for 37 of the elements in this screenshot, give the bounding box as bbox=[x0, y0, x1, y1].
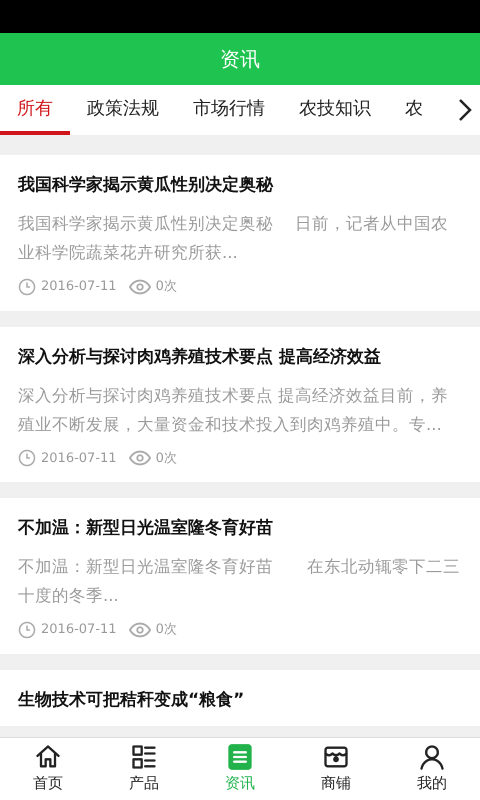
nav-tab[interactable]: 首页 bbox=[0, 738, 96, 800]
article-summary: 不加温：新型日光温室隆冬育好苗 在东北动辄零下二三十度的冬季... bbox=[18, 556, 461, 607]
article-card[interactable]: 深入分析与探讨肉鸡养殖技术要点 提高经济效益 深入分析与探讨肉鸡养殖技术要点 提高经济效益目前，养殖业不断发展，大量资金和技术投入到肉鸡养殖中。专... 2016-07-11 0次 bbox=[0, 326, 480, 482]
eye-icon bbox=[128, 278, 151, 295]
category-tab[interactable]: 政策法规 bbox=[70, 85, 176, 135]
nav-tab[interactable]: 产品 bbox=[96, 738, 192, 800]
category-tab[interactable]: 市场行情 bbox=[176, 85, 282, 135]
document-icon bbox=[226, 743, 254, 772]
article-title: 深入分析与探讨肉鸡养殖技术要点 提高经济效益 bbox=[18, 346, 382, 368]
article-summary: 我国科学家揭示黄瓜性别决定奥秘 日前，记者从中国农业科学院蔬菜花卉研究所获... bbox=[18, 213, 450, 264]
article-card[interactable]: 不加温：新型日光温室隆冬育好苗 不加温：新型日光温室隆冬育好苗 在东北动辄零下二三十度的冬季... 2016-07-11 0次 bbox=[0, 498, 480, 654]
eye-icon bbox=[128, 450, 151, 466]
list-icon bbox=[130, 743, 158, 772]
article-title: 我国科学家揭示黄瓜性别决定奥秘 bbox=[18, 174, 274, 197]
view-count: 0次 bbox=[156, 278, 177, 296]
article-summary: 深入分析与探讨肉鸡养殖技术要点 提高经济效益目前，养殖业不断发展，大量资金和技术投入到肉鸡养殖中。专... bbox=[18, 384, 450, 436]
eye-icon bbox=[128, 622, 151, 638]
article-date: 2016-07-11 bbox=[41, 621, 117, 639]
nav-tab[interactable]: 商铺 bbox=[288, 738, 384, 800]
category-tab[interactable]: 所有 bbox=[0, 85, 70, 135]
article-card[interactable]: 生物技术可把秸秆变成“粮食” bbox=[0, 670, 480, 726]
clock-icon bbox=[18, 278, 36, 296]
clock-icon bbox=[18, 449, 36, 468]
category-tab[interactable]: 农技知识 bbox=[282, 85, 388, 135]
article-date: 2016-07-11 bbox=[41, 450, 117, 468]
nav-tab[interactable]: 我的 bbox=[384, 738, 480, 800]
clock-icon bbox=[18, 620, 36, 639]
article-date: 2016-07-11 bbox=[41, 278, 117, 296]
view-count: 0次 bbox=[156, 450, 177, 468]
view-count: 0次 bbox=[156, 621, 177, 639]
article-title: 不加温：新型日光温室隆冬育好苗 bbox=[18, 517, 274, 540]
chevron-right-icon[interactable] bbox=[458, 98, 472, 122]
article-card[interactable]: 我国科学家揭示黄瓜性别决定奥秘 我国科学家揭示黄瓜性别决定奥秘 日前，记者从中国农业科学院蔬菜花卉研究所获... 2016-07-11 0次 bbox=[0, 155, 480, 310]
category-tab[interactable]: 农 bbox=[388, 85, 440, 135]
article-title: 生物技术可把秸秆变成“粮食” bbox=[18, 688, 246, 712]
user-icon bbox=[418, 743, 446, 772]
header-title: 资讯 bbox=[220, 46, 260, 73]
